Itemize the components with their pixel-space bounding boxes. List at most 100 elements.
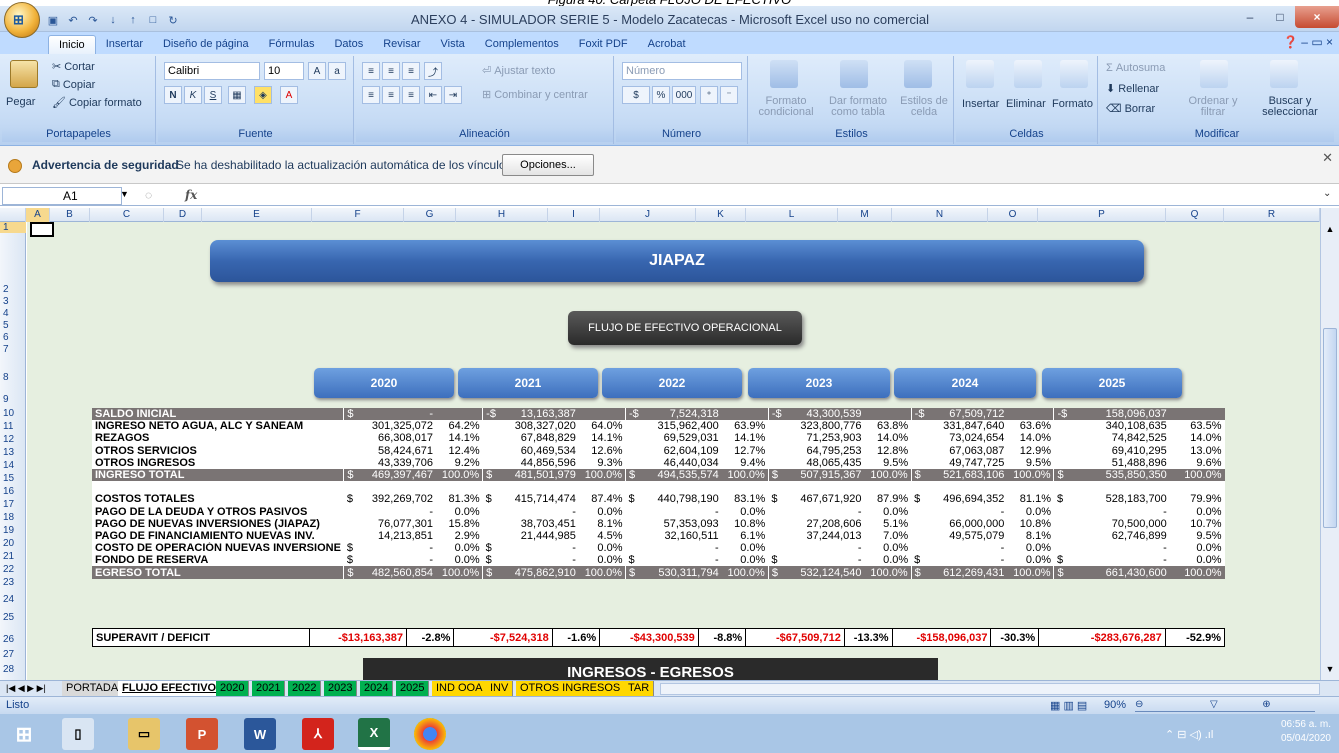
currency-cell[interactable]: $	[767, 468, 785, 482]
percent-cell[interactable]: 0.0%	[1007, 554, 1054, 567]
currency-cell[interactable]	[768, 542, 785, 555]
currency-cell[interactable]	[911, 432, 928, 445]
cancel-icon[interactable]: ◌	[145, 188, 152, 202]
percent-cell[interactable]: 81.1%	[1007, 493, 1054, 506]
row-header[interactable]: 3	[0, 296, 26, 307]
value-cell[interactable]: 69,410,295	[1070, 444, 1170, 457]
value-cell[interactable]: 469,397,467	[357, 468, 437, 482]
font-size-combo[interactable]: 10	[264, 62, 304, 80]
currency-cell[interactable]: $	[625, 493, 642, 506]
tab-formulas[interactable]: Fórmulas	[259, 35, 325, 54]
currency-cell[interactable]	[343, 517, 358, 530]
value-cell[interactable]: -	[784, 554, 865, 567]
value-cell[interactable]: 494,535,574	[641, 468, 722, 482]
percent-cell[interactable]: 15.8%	[436, 517, 483, 530]
currency-cell[interactable]	[1053, 481, 1071, 494]
row-header[interactable]: 5	[0, 320, 26, 331]
italic-button[interactable]: K	[184, 86, 202, 104]
value-cell[interactable]: 49,747,725	[927, 456, 1008, 469]
currency-cell[interactable]: $	[911, 493, 928, 506]
superavit-pct[interactable]: -13.3%	[843, 628, 893, 647]
zoom-slider[interactable]: ⊖ ▽ ⊕	[1135, 699, 1315, 712]
currency-cell[interactable]: $	[343, 493, 358, 506]
row-label[interactable]: INGRESO NETO AGUA, ALC Y SANEAM	[92, 420, 344, 433]
value-cell[interactable]: 323,800,776	[784, 420, 865, 433]
sort-asc-icon[interactable]: ↓	[106, 13, 120, 27]
percent-cell[interactable]: 0.0%	[1169, 542, 1225, 555]
percent-cell[interactable]: 0.0%	[436, 542, 483, 555]
column-header[interactable]: E	[202, 208, 312, 222]
percent-cell[interactable]: 14.0%	[864, 432, 912, 445]
value-cell[interactable]: 467,671,920	[784, 493, 865, 506]
currency-cell[interactable]	[625, 529, 642, 543]
currency-cell[interactable]: $	[482, 566, 499, 579]
value-cell[interactable]: -	[498, 554, 579, 567]
percent-cell[interactable]: 12.4%	[436, 444, 483, 457]
currency-cell[interactable]	[343, 529, 358, 543]
scroll-up-icon[interactable]: ▲	[1323, 224, 1337, 238]
row-label[interactable]: PAGO DE FINANCIAMIENTO NUEVAS INV.	[92, 529, 344, 543]
percent-cell[interactable]	[436, 408, 483, 421]
tab-inicio[interactable]: Inicio	[48, 35, 96, 54]
currency-cell[interactable]	[768, 529, 785, 543]
align-left-icon[interactable]: ≡	[362, 86, 380, 104]
percent-cell[interactable]: 0.0%	[721, 554, 769, 567]
underline-button[interactable]: S	[204, 86, 222, 104]
percent-cell[interactable]: 87.9%	[864, 493, 912, 506]
value-cell[interactable]: 21,444,985	[498, 529, 579, 543]
currency-button[interactable]: $	[622, 86, 650, 104]
currency-cell[interactable]: $	[1053, 493, 1071, 506]
sheet-tab-2023[interactable]: 2023	[324, 681, 358, 696]
row-header[interactable]: 15	[0, 473, 26, 484]
value-cell[interactable]: 32,160,511	[641, 529, 722, 543]
column-header[interactable]: O	[988, 208, 1038, 222]
sheet-tab-otros-ingresos[interactable]: OTROS INGRESOS	[516, 681, 626, 696]
value-cell[interactable]: 440,798,190	[641, 493, 722, 506]
fill-button[interactable]: ⬇ Rellenar	[1106, 82, 1159, 96]
value-cell[interactable]: 66,000,000	[927, 517, 1008, 530]
currency-cell[interactable]	[625, 444, 642, 457]
value-cell[interactable]: 14,213,851	[357, 529, 437, 543]
percent-cell[interactable]: 12.9%	[1007, 444, 1054, 457]
value-cell[interactable]: -	[927, 542, 1008, 555]
value-cell[interactable]: 73,024,654	[927, 432, 1008, 445]
superavit-value[interactable]: -$283,676,287	[1038, 628, 1166, 647]
currency-cell[interactable]: -$	[624, 408, 642, 421]
row-header[interactable]: 28	[0, 664, 26, 675]
sheet-tab-inv[interactable]: INV	[486, 681, 514, 696]
percent-cell[interactable]: 9.3%	[578, 456, 626, 469]
value-cell[interactable]: -	[498, 542, 579, 555]
percent-cell[interactable]: 63.5%	[1169, 420, 1225, 433]
currency-cell[interactable]	[911, 481, 928, 494]
align-center-icon[interactable]: ≡	[382, 86, 400, 104]
currency-cell[interactable]	[911, 420, 928, 433]
scroll-thumb[interactable]	[1323, 328, 1337, 528]
currency-cell[interactable]	[343, 505, 358, 518]
percent-cell[interactable]: 100.0%	[436, 566, 483, 579]
percent-cell[interactable]: 9.4%	[721, 456, 769, 469]
value-cell[interactable]: 74,842,525	[1070, 432, 1170, 445]
tab-datos[interactable]: Datos	[324, 35, 373, 54]
active-cell[interactable]	[30, 222, 54, 237]
percent-cell[interactable]: 0.0%	[864, 542, 912, 555]
close-button[interactable]: ×	[1295, 6, 1339, 28]
find-select-button[interactable]: Buscar y seleccionar	[1250, 96, 1330, 118]
format-button[interactable]: Formato	[1052, 98, 1093, 110]
value-cell[interactable]: 521,683,106	[927, 468, 1008, 482]
percent-cell[interactable]: 100.0%	[578, 566, 626, 579]
conditional-format-button[interactable]: Formato condicional	[754, 96, 818, 118]
row-header[interactable]: 10	[0, 408, 26, 419]
percent-cell[interactable]: 0.0%	[864, 505, 912, 518]
row-label[interactable]: OTROS INGRESOS	[92, 456, 344, 469]
align-right-icon[interactable]: ≡	[402, 86, 420, 104]
superavit-value[interactable]: -$13,163,387	[309, 628, 407, 647]
insert-cells-icon[interactable]	[966, 60, 994, 88]
align-bottom-icon[interactable]: ≡	[402, 62, 420, 80]
value-cell[interactable]: 58,424,671	[357, 444, 437, 457]
percent-cell[interactable]	[721, 408, 769, 421]
superavit-pct[interactable]: -8.8%	[697, 628, 747, 647]
column-header[interactable]: B	[50, 208, 90, 222]
sheet-tab-2022[interactable]: 2022	[288, 681, 322, 696]
value-cell[interactable]: 532,124,540	[784, 566, 865, 579]
percent-cell[interactable]: 83.1%	[721, 493, 769, 506]
